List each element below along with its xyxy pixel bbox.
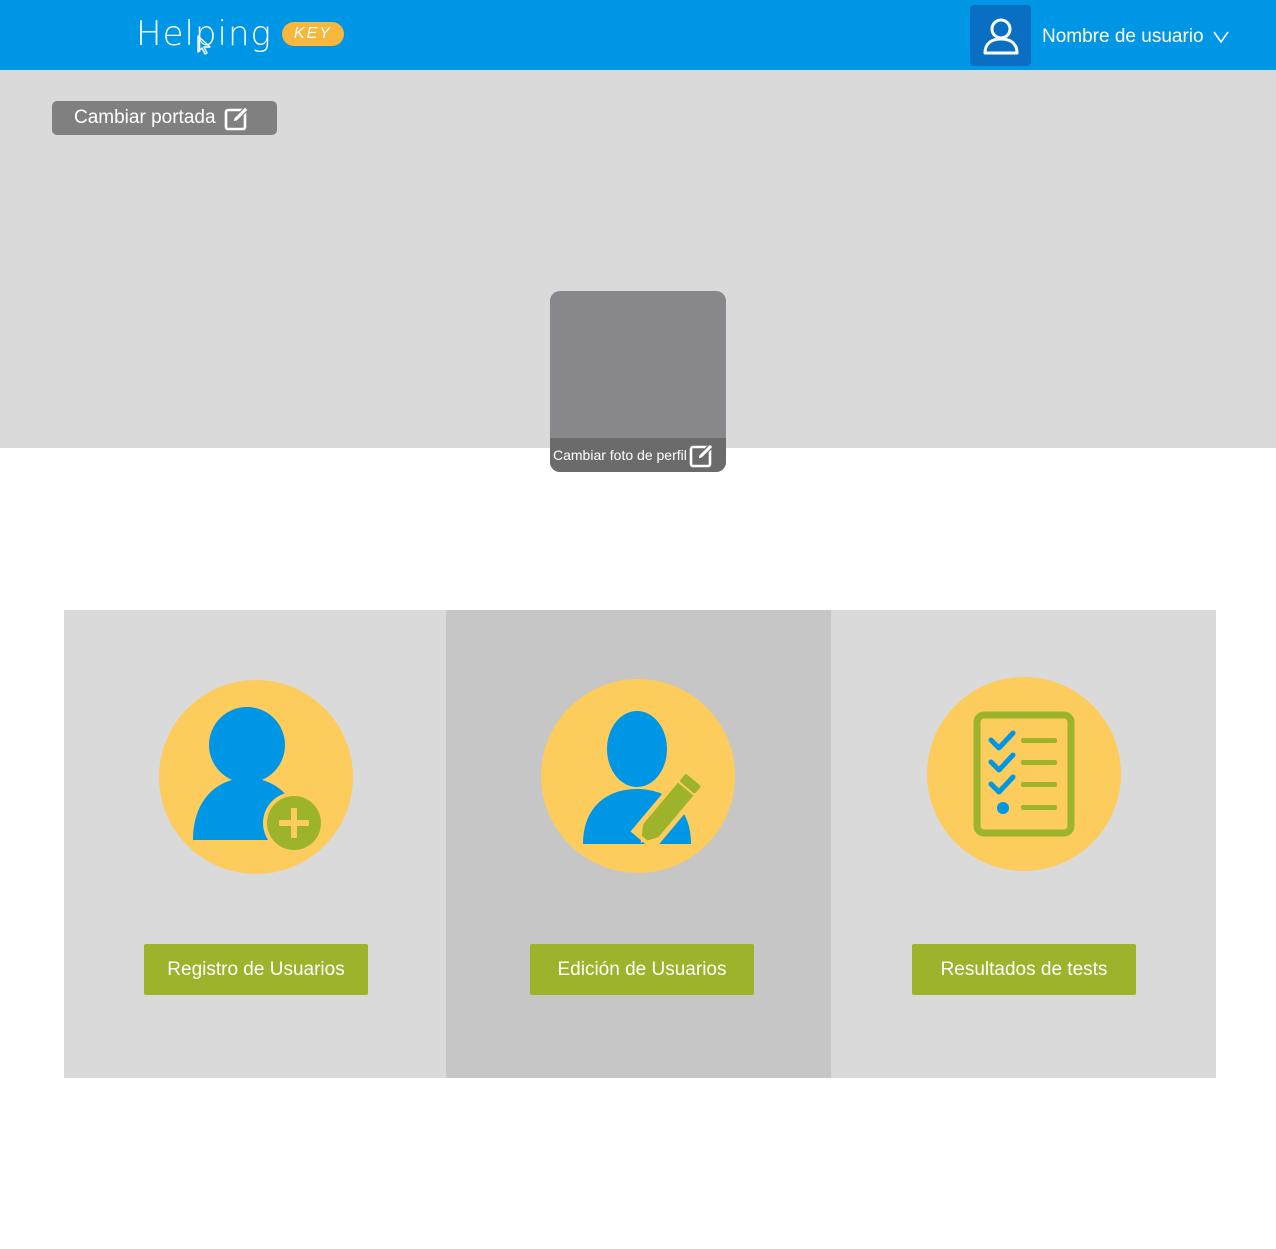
edit-icon <box>689 443 714 468</box>
chevron-down-icon[interactable] <box>1212 30 1230 44</box>
user-edit-button[interactable]: Edición de Usuarios <box>530 944 754 995</box>
cursor-icon <box>197 35 211 55</box>
edit-icon <box>224 106 249 131</box>
user-icon <box>983 18 1018 54</box>
change-photo-button[interactable]: Cambiar foto de perfil <box>550 438 726 472</box>
checklist-icon <box>973 711 1075 837</box>
user-avatar-button[interactable] <box>970 5 1031 66</box>
user-registration-button[interactable]: Registro de Usuarios <box>144 944 368 995</box>
card-user-edit[interactable]: Edición de Usuarios <box>446 610 831 1078</box>
change-cover-button[interactable]: Cambiar portada <box>52 101 277 135</box>
logo[interactable]: Helping KEY <box>136 12 344 56</box>
card-test-results[interactable]: Resultados de tests <box>831 610 1216 1078</box>
profile-picture: Cambiar foto de perfil <box>550 291 726 472</box>
feature-cards: Registro de Usuarios Edición de Usuarios <box>64 610 1216 1078</box>
card-user-registration[interactable]: Registro de Usuarios <box>64 610 446 1078</box>
change-cover-label: Cambiar portada <box>74 107 216 128</box>
top-header: Helping KEY Nombre de usuario <box>0 0 1276 70</box>
card-icon-circle <box>927 677 1121 871</box>
card-icon-circle <box>541 679 735 873</box>
test-results-button[interactable]: Resultados de tests <box>912 944 1136 995</box>
change-photo-label: Cambiar foto de perfil <box>553 447 687 463</box>
logo-badge: KEY <box>281 22 344 46</box>
edit-user-icon <box>583 711 704 851</box>
add-user-icon <box>193 707 325 854</box>
card-icon-circle <box>159 680 353 874</box>
username-menu[interactable]: Nombre de usuario <box>1042 24 1204 50</box>
